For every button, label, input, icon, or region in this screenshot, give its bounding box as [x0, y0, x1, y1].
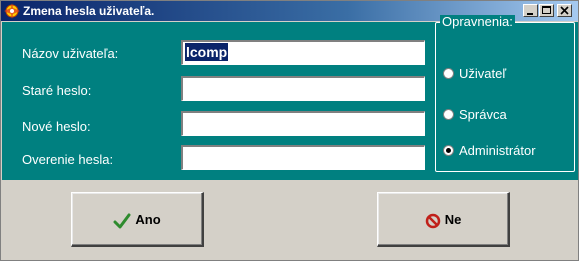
- checkmark-icon: [113, 213, 131, 229]
- cancel-button[interactable]: Ne: [377, 192, 510, 247]
- radio-admin-indicator: [443, 145, 454, 156]
- verify-password-field[interactable]: [181, 145, 425, 170]
- permissions-title: Opravnenia:: [440, 14, 515, 29]
- window-title: Zmena hesla uživateľa.: [23, 4, 155, 18]
- username-value: lcomp: [185, 43, 229, 61]
- ok-button[interactable]: Ano: [71, 192, 204, 247]
- radio-user-label: Uživateľ: [459, 66, 507, 81]
- minimize-button[interactable]: [523, 4, 538, 17]
- radio-manager[interactable]: Správca: [443, 106, 573, 124]
- new-password-label: Nové heslo:: [22, 119, 91, 134]
- new-password-field[interactable]: [181, 111, 425, 136]
- radio-user-indicator: [443, 68, 454, 79]
- maximize-icon: [542, 6, 551, 14]
- username-label: Názov uživateľa:: [22, 46, 119, 61]
- username-field[interactable]: lcomp: [181, 40, 425, 65]
- radio-admin-label: Administrátor: [459, 143, 536, 158]
- old-password-label: Staré heslo:: [22, 83, 92, 98]
- button-bar: Ano Ne: [2, 180, 578, 260]
- close-icon: [560, 6, 569, 15]
- radio-manager-label: Správca: [459, 107, 507, 122]
- no-entry-icon: [425, 213, 440, 228]
- ok-button-label: Ano: [135, 212, 161, 227]
- maximize-button[interactable]: [539, 4, 554, 17]
- verify-password-label: Overenie hesla:: [22, 152, 114, 167]
- radio-user[interactable]: Uživateľ: [443, 65, 573, 83]
- radio-admin[interactable]: Administrátor: [443, 142, 573, 160]
- minimize-icon: [527, 13, 533, 15]
- radio-manager-indicator: [443, 109, 454, 120]
- cancel-button-label: Ne: [444, 212, 462, 227]
- app-icon: [4, 3, 20, 19]
- old-password-field[interactable]: [181, 76, 425, 101]
- close-button[interactable]: [557, 4, 572, 17]
- dialog-window: Zmena hesla uživateľa. Názov uživateľa: …: [0, 0, 579, 261]
